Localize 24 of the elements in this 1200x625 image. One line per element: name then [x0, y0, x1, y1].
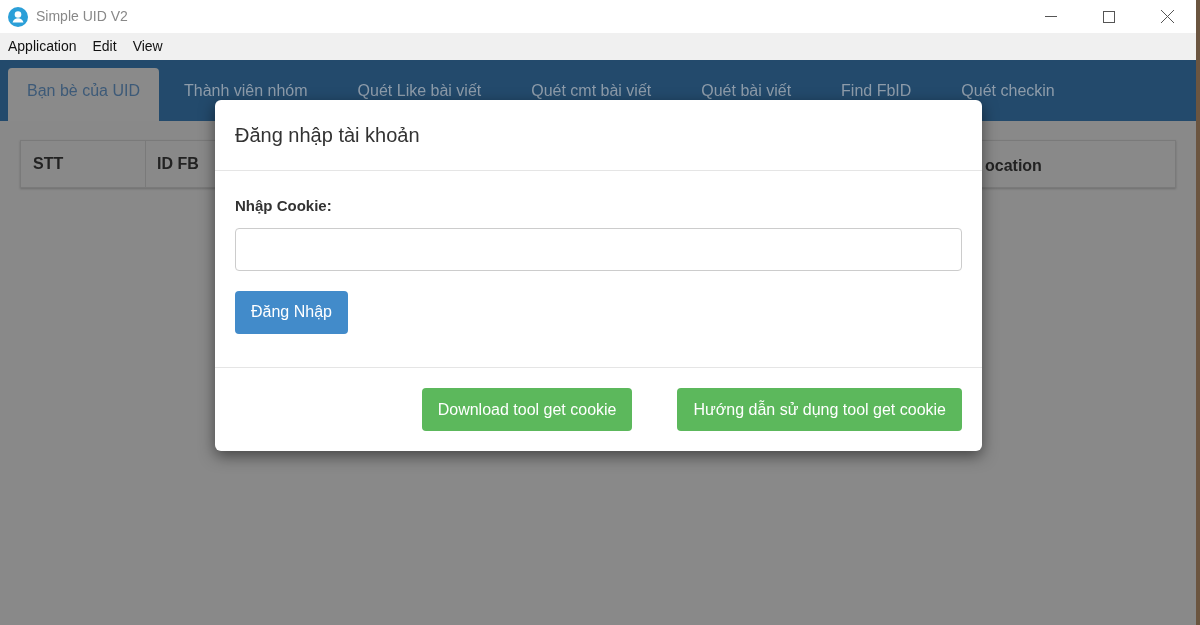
column-header: STT [21, 141, 146, 187]
close-icon [1160, 10, 1174, 23]
footer-button[interactable]: Download tool get cookie [421, 388, 633, 431]
footer-button[interactable]: Hướng dẫn sử dụng tool get cookie [677, 388, 962, 431]
menu-item[interactable]: Application [8, 36, 77, 57]
tab[interactable]: Quét cmt bài viết [506, 68, 677, 121]
user-icon [8, 6, 28, 27]
tab[interactable]: Bạn bè của UID [8, 68, 159, 121]
menu-item[interactable]: View [132, 36, 163, 57]
tab[interactable]: Find FbID [816, 68, 937, 121]
maximize-icon [1103, 10, 1115, 23]
login-button[interactable]: Đăng Nhập [235, 290, 348, 334]
tab[interactable]: Quét bài viết [676, 68, 817, 121]
minimize-icon [1045, 15, 1057, 18]
tab[interactable]: Quét checkin [936, 68, 1080, 121]
menu-item[interactable]: Edit [92, 36, 117, 57]
cookie-label: Nhập Cookie: [235, 196, 333, 216]
dialog-title: Đăng nhập tài khoản [235, 123, 420, 148]
cookie-input-field[interactable] [235, 227, 962, 271]
column-header: ocation [985, 156, 1042, 176]
tab[interactable]: Quét Like bài viết [332, 68, 507, 121]
window-title: Simple UID V2 [36, 7, 128, 26]
column-header: ID FB [156, 154, 199, 174]
tab[interactable]: Thành viên nhóm [158, 68, 333, 121]
